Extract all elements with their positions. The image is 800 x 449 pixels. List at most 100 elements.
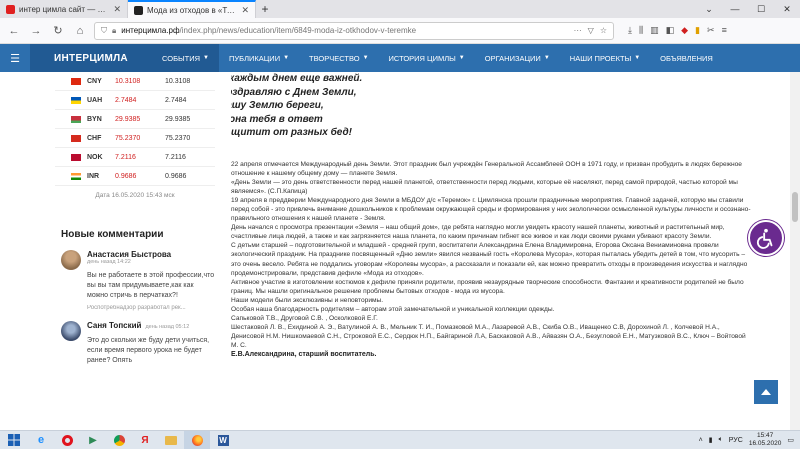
folder-icon xyxy=(165,435,177,445)
close-window-icon[interactable]: ✕ xyxy=(774,0,800,18)
comment-time: день назад 14:22 xyxy=(87,259,131,265)
page-scrollbar[interactable] xyxy=(790,72,800,430)
comment-item: Саня Топский день назад 05:12 Это до скол… xyxy=(61,321,215,366)
reader-icon[interactable]: ◧ xyxy=(666,25,675,36)
taskbar-folder[interactable] xyxy=(158,431,184,449)
forward-arrow-icon[interactable]: → xyxy=(28,23,44,39)
menu-item-organizations[interactable]: ОРГАНИЗАЦИИ ▼ xyxy=(475,44,560,72)
new-tab-button[interactable]: + xyxy=(256,0,274,18)
taskbar-ie[interactable]: e xyxy=(28,431,54,449)
keyboard-language[interactable]: РУС xyxy=(729,437,743,444)
tab-title: Мода из отходов в «Теремке» xyxy=(147,5,237,15)
currency-row: INR 0.9686 0.9686 xyxy=(55,167,215,186)
comment-text: Это до скольки же буду дети учиться, есл… xyxy=(87,337,210,364)
close-tab-icon[interactable]: ✕ xyxy=(113,4,121,15)
browser-tab-yandex[interactable]: интер цимла сайт — Яндекс: н ✕ xyxy=(0,0,128,18)
menu-icon[interactable]: ≡ xyxy=(722,25,727,36)
caret-down-icon: ▼ xyxy=(283,55,290,61)
menu-item-announcements[interactable]: ОБЪЯВЛЕНИЯ xyxy=(650,44,723,72)
extension-icon[interactable]: ◆ xyxy=(681,25,688,36)
article-paragraph: Активное участие в изготовлении костюмов… xyxy=(231,278,744,295)
site-logo[interactable]: ИНТЕРЦИМЛА xyxy=(30,44,152,72)
minimize-icon[interactable]: — xyxy=(722,0,748,18)
currency-row: UAH 2.7484 2.7484 xyxy=(55,91,215,110)
article-content: С каждым днем еще важней. Поздравляю с Д… xyxy=(231,72,751,420)
browser-tab-article[interactable]: Мода из отходов в «Теремке» ✕ xyxy=(128,0,256,18)
menu-item-events[interactable]: СОБЫТИЯ ▼ xyxy=(152,44,219,72)
url-host: интерцимла.рф xyxy=(121,26,180,35)
menu-item-history[interactable]: ИСТОРИЯ ЦИМЛЫ ▼ xyxy=(379,44,475,72)
library-icon[interactable]: ⫼ xyxy=(639,25,643,36)
site-header: ☰ ИНТЕРЦИМЛА СОБЫТИЯ ▼ ПУБЛИКАЦИИ ▼ ТВОРЧЕ… xyxy=(0,44,800,72)
caret-down-icon: ▼ xyxy=(458,55,465,61)
flag-inr-icon xyxy=(71,172,81,180)
taskbar-clock[interactable]: 15:47 16.05.2020 xyxy=(749,432,782,448)
flag-cny-icon xyxy=(71,77,81,85)
close-tab-icon[interactable]: ✕ xyxy=(241,5,249,16)
network-icon[interactable]: ▮ xyxy=(709,436,713,444)
article-paragraph: 19 апреля в преддверии Международного дн… xyxy=(231,196,751,223)
avatar xyxy=(61,321,81,341)
article-body: 22 апреля отмечается Международный день … xyxy=(231,160,751,360)
back-arrow-icon[interactable]: ← xyxy=(6,23,22,39)
taskbar-firefox[interactable] xyxy=(184,430,210,449)
screenshot-icon[interactable]: ✂ xyxy=(707,25,715,36)
yandex-browser-icon: Я xyxy=(141,434,149,446)
comment-author[interactable]: Саня Топский xyxy=(87,321,141,330)
taskbar-chrome[interactable] xyxy=(106,431,132,449)
caret-down-icon: ▼ xyxy=(203,55,209,61)
extension-flag-icon[interactable]: ▮ xyxy=(695,25,700,36)
currency-row: CHF 75.2370 75.2370 xyxy=(55,129,215,148)
arrow-up-icon xyxy=(761,389,771,395)
home-icon[interactable]: ⌂ xyxy=(72,23,88,39)
system-tray: ˄ ▮ 🔈︎ РУС 15:47 16.05.2020 ▭ xyxy=(699,432,800,448)
main-menu: СОБЫТИЯ ▼ ПУБЛИКАЦИИ ▼ ТВОРЧЕСТВО ▼ ИСТОРИЯ… xyxy=(152,44,723,72)
internet-explorer-icon: e xyxy=(37,434,45,446)
taskbar-opera[interactable] xyxy=(54,431,80,449)
wheelchair-icon xyxy=(756,228,773,249)
notifications-icon[interactable]: ▭ xyxy=(787,436,794,444)
scrollbar-thumb[interactable] xyxy=(792,192,798,222)
taskbar-word[interactable]: W xyxy=(210,431,236,449)
comment-text: Вы не работаете в этой профессии,что вы … xyxy=(87,272,215,299)
avatar xyxy=(61,250,81,270)
sidebar-icon[interactable]: ▥ xyxy=(650,25,659,36)
volume-icon[interactable]: 🔈︎ xyxy=(719,436,723,444)
menu-item-creativity[interactable]: ТВОРЧЕСТВО ▼ xyxy=(299,44,378,72)
flag-uah-icon xyxy=(71,96,81,104)
comment-source-link[interactable]: Роспотребнадзор разработал рек... xyxy=(87,305,215,311)
caret-down-icon: ▼ xyxy=(634,55,641,61)
windows-start-button[interactable] xyxy=(0,431,28,449)
article-paragraph: Особая наша благодарность родителям – ав… xyxy=(231,306,555,313)
firefox-icon xyxy=(191,434,203,446)
taskbar-yandex[interactable]: Я xyxy=(132,431,158,449)
page-actions-icon[interactable]: ··· xyxy=(574,26,582,35)
reload-icon[interactable]: ↻ xyxy=(50,23,66,39)
currency-table: CNY 10.3108 10.3108 UAH 2.7484 2.7484 BY… xyxy=(55,72,215,186)
currency-row: CNY 10.3108 10.3108 xyxy=(55,72,215,91)
comment-author[interactable]: Анастасия Быстрова xyxy=(87,250,171,259)
article-paragraph: «День Земли — это день ответственности п… xyxy=(231,178,738,195)
article-paragraph: С детьми старшей – подготовительной и мл… xyxy=(231,242,748,277)
pocket-icon[interactable]: ▽ xyxy=(588,26,594,35)
download-icon[interactable]: ⤓ xyxy=(628,25,632,36)
maximize-icon[interactable]: ☐ xyxy=(748,0,774,18)
opera-icon xyxy=(61,434,73,446)
article-signature: Е.В.Александрина, старший воспитатель. xyxy=(231,351,377,359)
shield-icon[interactable]: ⛉ xyxy=(101,26,107,36)
chrome-icon xyxy=(113,434,125,446)
address-bar[interactable]: ⛉ 🔒︎ интерцимла.рф/index.php/news/educat… xyxy=(94,21,614,40)
yandex-favicon-icon xyxy=(6,4,15,14)
chevron-down-icon[interactable]: ⌄ xyxy=(696,0,722,18)
tray-chevron-up-icon[interactable]: ˄ xyxy=(699,437,703,444)
currency-row: NOK 7.2116 7.2116 xyxy=(55,148,215,167)
comment-time: день назад 05:12 xyxy=(145,324,190,330)
menu-item-publications[interactable]: ПУБЛИКАЦИИ ▼ xyxy=(219,44,299,72)
accessibility-button[interactable] xyxy=(748,220,784,256)
menu-item-projects[interactable]: НАШИ ПРОЕКТЫ ▼ xyxy=(560,44,650,72)
lock-icon[interactable]: 🔒︎ xyxy=(112,26,116,36)
bookmark-star-icon[interactable]: ☆ xyxy=(600,26,607,35)
taskbar-media[interactable]: ▶ xyxy=(80,431,106,449)
hamburger-menu-icon[interactable]: ☰ xyxy=(0,52,30,65)
scroll-to-top-button[interactable] xyxy=(754,380,778,404)
